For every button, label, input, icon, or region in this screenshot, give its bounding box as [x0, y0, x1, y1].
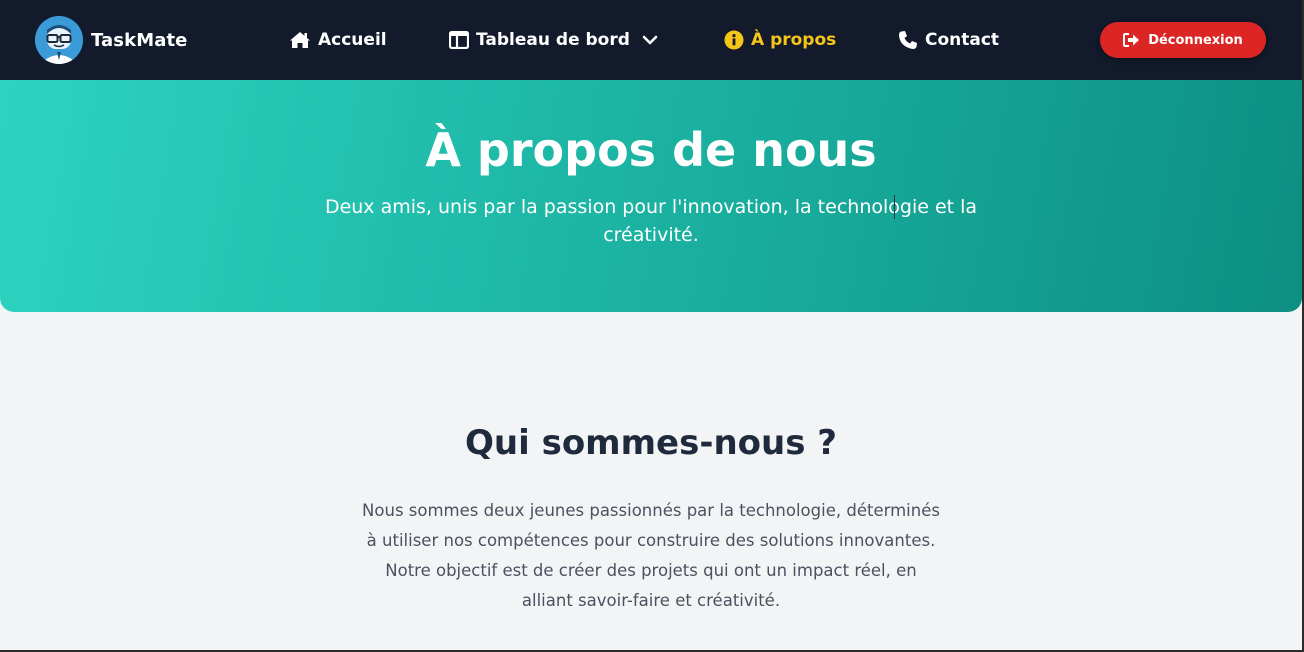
- dashboard-icon: [449, 31, 469, 49]
- nav-item-tableau-de-bord[interactable]: Tableau de bord: [449, 26, 658, 54]
- section-title: Qui sommes-nous ?: [464, 423, 838, 463]
- info-icon: [724, 30, 744, 50]
- hero-title: À propos de nous: [425, 123, 877, 177]
- nav-item-label: À propos: [751, 30, 837, 50]
- brand[interactable]: TaskMate: [35, 16, 187, 64]
- logout-label: Déconnexion: [1148, 32, 1243, 48]
- nav-item-label: Tableau de bord: [476, 30, 630, 50]
- chevron-down-icon[interactable]: [642, 35, 658, 45]
- phone-icon: [898, 30, 918, 50]
- home-icon: [289, 31, 311, 49]
- nav-item-label: Contact: [925, 30, 1000, 50]
- hero-subtitle: Deux amis, unis par la passion pour l'in…: [324, 196, 978, 246]
- section-text: Nous sommes deux jeunes passionnés par l…: [362, 501, 940, 610]
- sign-out-icon: [1123, 33, 1140, 47]
- nav-item-accueil[interactable]: Accueil: [289, 26, 387, 54]
- text-cursor: [894, 195, 895, 219]
- nav-item-label: Accueil: [318, 30, 387, 50]
- logout-button[interactable]: Déconnexion: [1100, 22, 1266, 58]
- brand-name: TaskMate: [91, 29, 188, 51]
- navbar: TaskMate Accueil Tableau de bord À propo…: [0, 0, 1304, 80]
- nav-item-a-propos[interactable]: À propos: [724, 26, 836, 54]
- robot-glasses-logo-icon: [35, 16, 83, 64]
- nav-item-contact[interactable]: Contact: [898, 26, 999, 54]
